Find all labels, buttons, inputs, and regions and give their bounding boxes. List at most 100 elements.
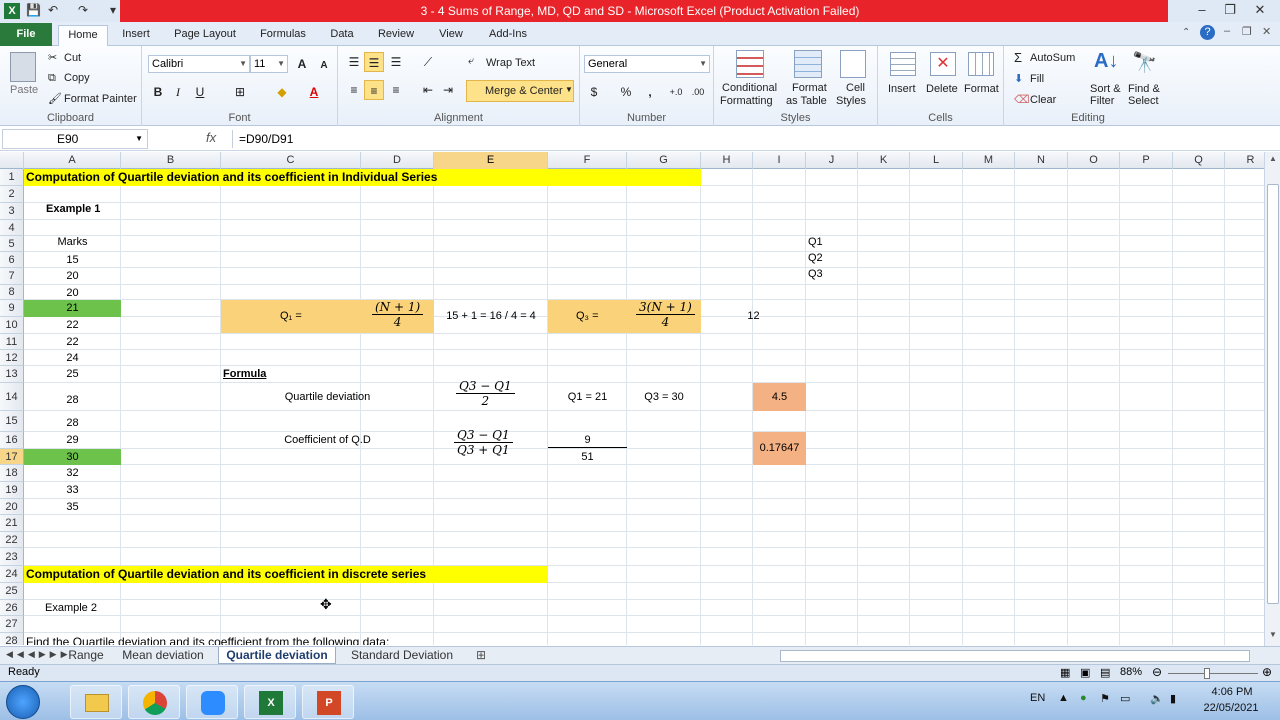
cell-j6[interactable]: Q2 [808,252,823,264]
cell-a15[interactable]: 28 [24,415,121,432]
font-color-icon[interactable]: A [304,82,324,102]
sheet-tab-mean-deviation[interactable]: Mean deviation [116,647,210,664]
tray-battery-icon[interactable]: ▮ [1170,692,1176,705]
format-cells-icon[interactable] [968,52,994,76]
cell-i14[interactable]: 4.5 [753,383,806,411]
underline-button[interactable]: U [190,82,210,102]
sort-filter-icon[interactable]: A↓ [1094,50,1118,73]
italic-button[interactable]: I [168,82,188,102]
taskbar-chrome-icon[interactable] [128,685,180,719]
font-size-combo[interactable]: 11 ▼ [250,55,288,73]
comma-button[interactable]: , [640,82,660,102]
find-select-label-2[interactable]: Select [1128,95,1159,107]
cell-a9[interactable]: 21 [24,300,121,317]
row-header[interactable]: 28 [0,633,24,645]
col-header-m[interactable]: M [963,152,1015,169]
fill-button[interactable]: Fill [1030,73,1044,85]
cut-icon[interactable]: ✂ [48,51,57,64]
cell-a7[interactable]: 20 [24,268,121,285]
format-cells-button[interactable]: Format [964,83,999,95]
cell-j5[interactable]: Q1 [808,236,823,248]
col-header-e[interactable]: E [434,152,548,169]
row-header[interactable]: 11 [0,334,24,350]
doc-close-icon[interactable]: ✕ [1262,25,1271,38]
tray-expand-icon[interactable]: ▲ [1058,692,1069,704]
tab-review[interactable]: Review [372,25,420,46]
taskbar-powerpoint-icon[interactable]: P [302,685,354,719]
tray-network-icon[interactable]: ▭ [1120,692,1130,705]
page-break-view-icon[interactable]: ▤ [1100,666,1110,679]
scroll-down-icon[interactable]: ▼ [1267,630,1279,642]
row-header[interactable]: 18 [0,465,24,482]
sheet-tab-standard-deviation[interactable]: Standard Deviation [346,647,458,664]
tray-app-icon[interactable]: ● [1080,692,1087,704]
find-select-icon[interactable]: 🔭 [1132,50,1157,75]
formula-input[interactable]: =D90/D91 [232,130,1262,148]
cell-a6[interactable]: 15 [24,252,121,268]
row-header[interactable]: 13 [0,366,24,383]
format-painter-icon[interactable]: 🖌 [48,92,62,105]
row-header[interactable]: 20 [0,499,24,515]
col-header-d[interactable]: D [361,152,434,169]
row-header[interactable]: 7 [0,268,24,285]
align-right-icon[interactable]: ≡ [386,80,406,100]
number-format-combo[interactable]: General ▼ [584,55,710,73]
cell-styles-icon[interactable] [840,50,866,78]
autosum-icon[interactable]: Σ [1014,50,1022,65]
normal-view-icon[interactable]: ▦ [1060,666,1070,679]
worksheet-grid[interactable]: A B C D E F G H I J K L M N O P Q R Comp… [0,152,1264,645]
tab-formulas[interactable]: Formulas [254,25,312,46]
row-header[interactable]: 24 [0,566,24,583]
vertical-scrollbar[interactable]: ▲ ▼ [1264,152,1280,646]
col-header-c[interactable]: C [221,152,361,169]
tab-insert[interactable]: Insert [114,25,158,46]
col-header-j[interactable]: J [806,152,858,169]
col-header-p[interactable]: P [1120,152,1173,169]
customize-qa-icon[interactable]: ▾ [110,3,116,19]
cell-a28[interactable]: Find the Quartile deviation and its coef… [26,635,389,645]
decrease-indent-icon[interactable]: ⇤ [418,80,438,100]
cell-a19[interactable]: 33 [24,482,121,499]
cell-a16[interactable]: 29 [24,432,121,449]
align-middle-icon[interactable]: ☰ [364,52,384,72]
delete-cells-button[interactable]: Delete [926,83,958,95]
format-as-table-label-2[interactable]: as Table [786,95,827,107]
paste-button[interactable]: Paste [10,84,38,96]
tray-flag-icon[interactable]: ⚑ [1100,692,1110,705]
cell-a12[interactable]: 24 [24,350,121,366]
fill-color-icon[interactable]: ◆ [272,82,292,102]
cell-f14[interactable]: Q1 = 21 [548,383,627,411]
cell-i10[interactable]: 12 [701,300,806,333]
row-header[interactable]: 4 [0,220,24,236]
row-header[interactable]: 2 [0,186,24,203]
row-header[interactable]: 6 [0,252,24,268]
cell-a18[interactable]: 32 [24,465,121,482]
row-header[interactable]: 23 [0,548,24,566]
row-header[interactable]: 26 [0,600,24,616]
cell-f17[interactable]: 51 [548,449,627,465]
redo-icon[interactable]: ↷ [78,3,88,19]
taskbar-excel-icon[interactable]: X [244,685,296,719]
zoom-slider-thumb[interactable] [1204,668,1210,679]
row-header[interactable]: 21 [0,515,24,532]
increase-indent-icon[interactable]: ⇥ [438,80,458,100]
zoom-slider[interactable] [1168,673,1258,674]
wrap-text-button[interactable]: Wrap Text [486,57,535,69]
cell-a26[interactable]: Example 2 [45,602,97,614]
sheet-tab-range[interactable]: Range [62,647,110,664]
copy-icon[interactable]: ⧉ [48,72,56,85]
row-header[interactable]: 3 [0,203,24,220]
tab-home[interactable]: Home [58,25,108,46]
font-name-combo[interactable]: Calibri ▼ [148,55,250,73]
sort-filter-label[interactable]: Sort & [1090,83,1121,95]
shrink-font-icon[interactable]: A [314,56,334,76]
fill-icon[interactable]: ⬇ [1014,72,1023,85]
col-header-b[interactable]: B [121,152,221,169]
cell-i16[interactable]: 0.17647 [753,432,806,465]
clock-date[interactable]: 22/05/2021 [1196,702,1266,714]
zoom-level[interactable]: 88% [1120,666,1142,678]
name-box[interactable]: E90 ▼ [2,129,148,149]
bold-button[interactable]: B [148,82,168,102]
clock-time[interactable]: 4:06 PM [1202,686,1262,698]
row-header[interactable]: 27 [0,616,24,633]
